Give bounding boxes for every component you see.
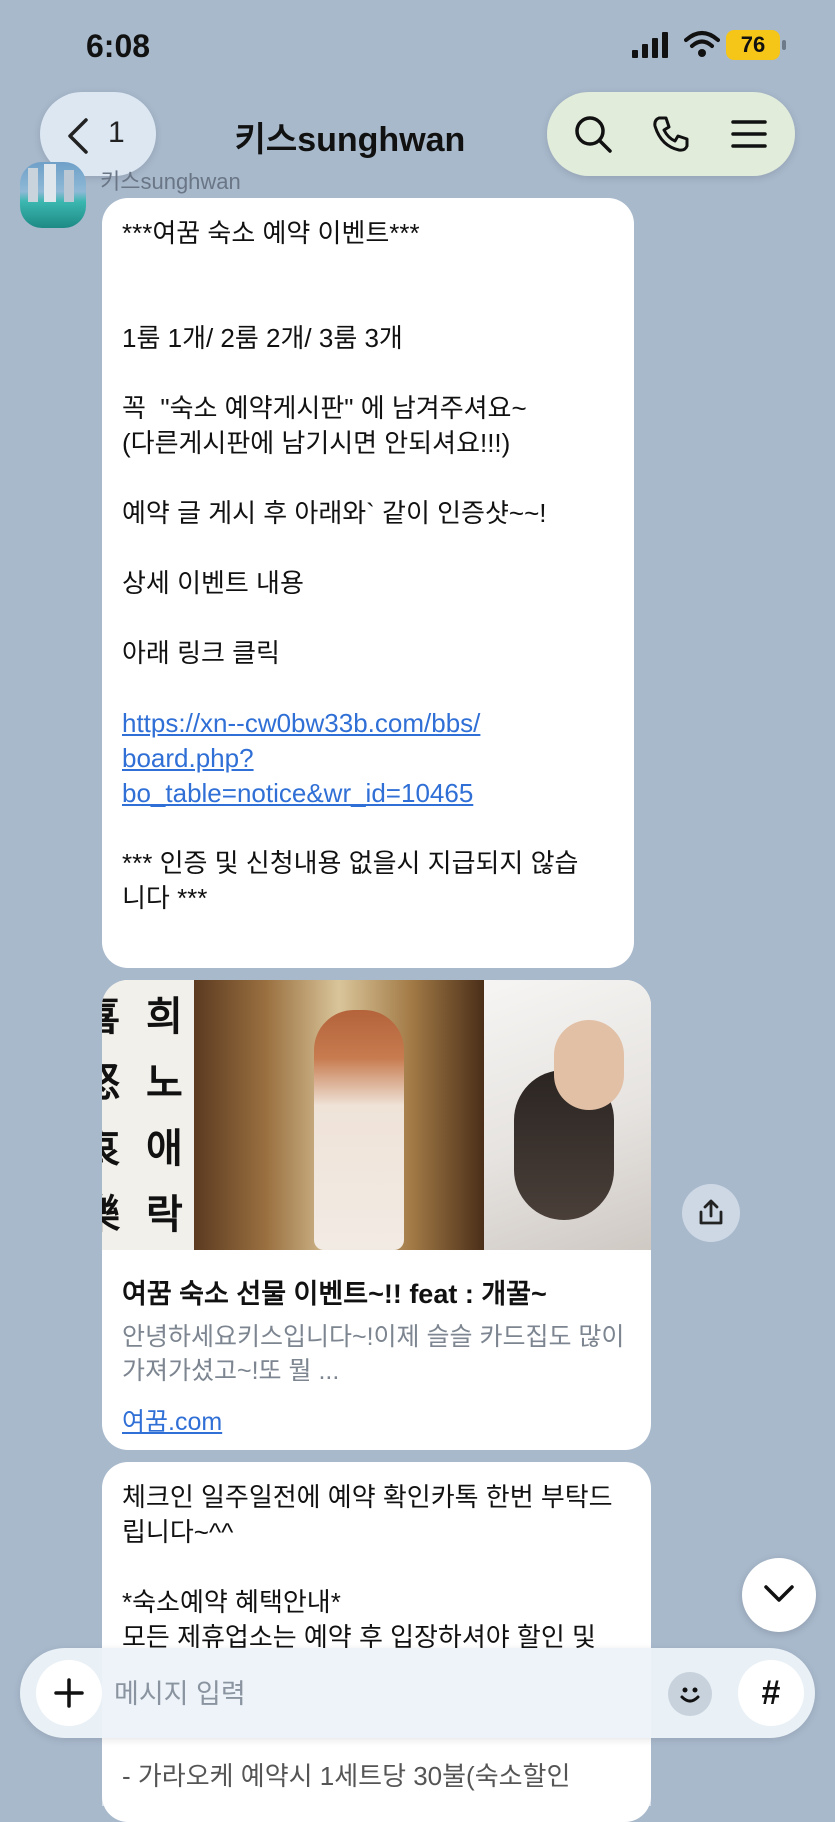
preview-photo [194, 980, 484, 1250]
card-domain-link[interactable]: 여꿈.com [122, 1402, 222, 1438]
card-description: 안녕하세요키스입니다~!이제 슬슬 카드집도 많이 가져가셨고~!또 뭘 ... [122, 1323, 625, 1385]
battery-indicator: 76 [726, 30, 780, 60]
message-line: 꼭 "숙소 예약게시판" 에 남겨주셔요~ (다른게시판에 남기시면 안되셔요!… [122, 393, 527, 458]
sender-name: 키스sunghwan [100, 169, 241, 194]
share-button[interactable] [682, 1184, 740, 1242]
menu-icon[interactable] [729, 114, 769, 154]
message-line: 1룸 1개/ 2룸 2개/ 3룸 3개 [122, 323, 403, 353]
phone-icon[interactable] [651, 114, 691, 154]
chevron-left-icon [68, 118, 88, 154]
calligraphy-panel: 희 노 애 락 喜 怒 哀 樂 [102, 980, 194, 1250]
message-input[interactable] [112, 1666, 656, 1722]
message-line: 아래 링크 클릭 [122, 638, 280, 668]
emoji-button[interactable] [668, 1672, 712, 1716]
unread-count: 1 [108, 116, 125, 149]
hashtag-button[interactable]: # [738, 1660, 804, 1726]
calligraphy-char: 애 [146, 1125, 183, 1172]
status-time: 6:08 [86, 28, 151, 64]
battery-tip [782, 40, 786, 50]
wifi-icon [684, 31, 720, 57]
plus-icon [54, 1678, 84, 1708]
chevron-down-icon [764, 1585, 794, 1602]
message-text: 체크인 일주일전에 예약 확인카톡 한번 부탁드립니다~^^ *숙소예약 혜택안… [122, 1482, 613, 1652]
emoji-icon [680, 1687, 700, 1703]
calligraphy-char: 희 [146, 993, 183, 1040]
message-line: *** 인증 및 신청내용 없을시 지급되지 않습 니다 *** [122, 848, 579, 913]
share-icon [699, 1199, 723, 1225]
header-actions [547, 92, 795, 176]
chat-title: 키스sunghwan [234, 121, 466, 159]
signal-icon [632, 32, 668, 58]
sender-avatar[interactable] [20, 162, 86, 228]
search-icon[interactable] [573, 114, 613, 154]
message-line: ***여꿈 숙소 예약 이벤트*** [122, 218, 420, 248]
link-preview-card[interactable]: 희 노 애 락 喜 怒 哀 樂 여꿈 숙소 선물 이벤트~!! feat : 개… [102, 980, 651, 1450]
attach-button[interactable] [36, 1660, 102, 1726]
partial-message: - 가라오케 예약시 1세트당 30불(숙소할인 [102, 1745, 651, 1806]
status-bar: 6:08 76 [0, 0, 835, 100]
message-line: 상세 이벤트 내용 [122, 568, 304, 598]
message-line: 예약 글 게시 후 아래와` 같이 인증샷~~! [122, 498, 547, 528]
message-bubble[interactable]: ***여꿈 숙소 예약 이벤트*** 1룸 1개/ 2룸 2개/ 3룸 3개 꼭… [102, 198, 634, 968]
scroll-down-button[interactable] [742, 1558, 816, 1632]
preview-image: 희 노 애 락 喜 怒 哀 樂 [102, 980, 651, 1250]
card-title: 여꿈 숙소 선물 이벤트~!! feat : 개꿀~ [122, 1279, 547, 1309]
calligraphy-char: 락 [146, 1191, 183, 1238]
preview-photo [484, 980, 651, 1250]
message-input-bar: # [20, 1648, 815, 1738]
calligraphy-char: 怒 [102, 1050, 120, 1108]
message-link[interactable]: https://xn--cw0bw33b.com/bbs/ board.php?… [122, 706, 614, 811]
calligraphy-char: 哀 [102, 1116, 120, 1174]
calligraphy-char: 노 [146, 1059, 183, 1106]
calligraphy-char: 樂 [102, 1182, 120, 1240]
calligraphy-char: 喜 [102, 984, 120, 1042]
